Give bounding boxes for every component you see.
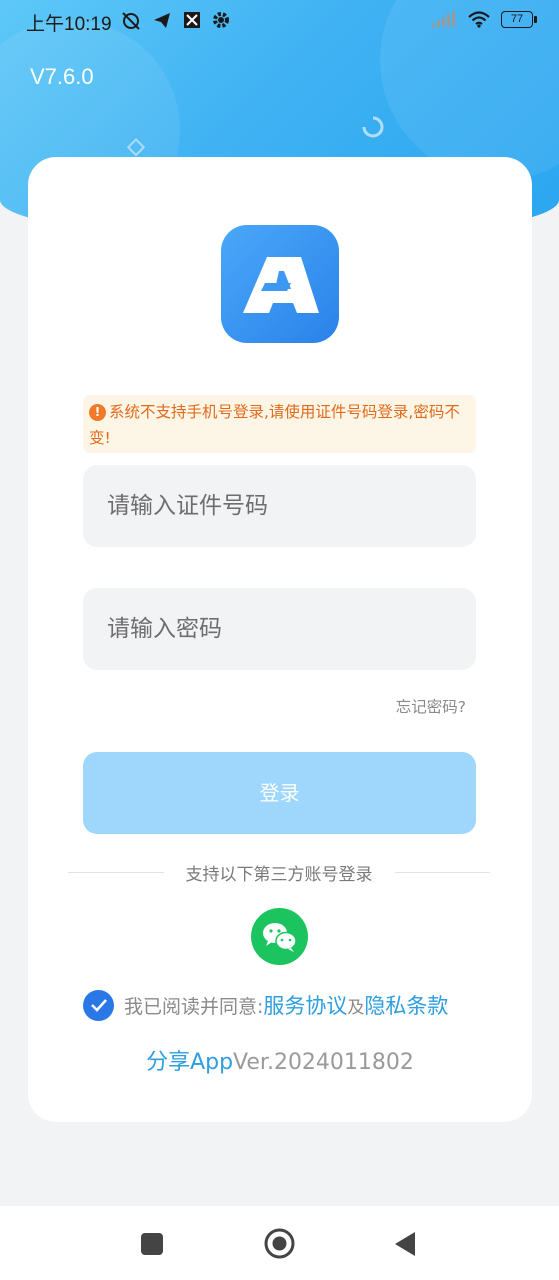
build-version: Ver.2024011802 — [233, 1050, 414, 1075]
id-number-input[interactable] — [83, 465, 476, 547]
battery-indicator: 77 — [501, 10, 537, 28]
back-button[interactable] — [393, 1230, 417, 1258]
login-card: !系统不支持手机号登录,请使用证件号码登录,密码不变! 忘记密码? 登录 支持以… — [28, 157, 532, 1122]
agreement-prefix: 我已阅读并同意: — [124, 995, 264, 1018]
signal-icon — [432, 11, 455, 27]
home-button[interactable] — [263, 1227, 296, 1260]
privacy-policy-link[interactable]: 隐私条款 — [364, 990, 448, 1020]
checkmark-icon — [90, 999, 107, 1012]
app-version-row: 分享AppVer.2024011802 — [28, 1044, 532, 1076]
agreement-checkbox[interactable] — [83, 989, 114, 1021]
loading-arc-icon — [362, 116, 384, 138]
telegram-icon — [154, 13, 170, 28]
warning-icon: ! — [89, 404, 106, 421]
third-party-divider: 支持以下第三方账号登录 — [68, 859, 490, 885]
settings-gear-icon — [213, 12, 229, 28]
wifi-icon — [468, 11, 490, 28]
version-label: V7.6.0 — [30, 64, 94, 89]
app-logo — [221, 225, 339, 343]
agreement-row: 我已阅读并同意: 服务协议 及 隐私条款 — [83, 987, 448, 1023]
login-button[interactable]: 登录 — [83, 752, 476, 834]
status-time: 上午10:19 — [26, 14, 112, 35]
login-notice: ! 系统不支持手机号登录,请使用证件号码登录,密码不变! — [83, 395, 476, 453]
wechat-icon — [263, 923, 297, 952]
notification-icons — [120, 10, 230, 30]
divider-line-left — [68, 871, 164, 873]
diamond-decoration-icon — [126, 138, 146, 157]
recent-apps-button[interactable] — [140, 1232, 164, 1256]
agreement-and: 及 — [347, 997, 365, 1018]
service-agreement-link[interactable]: 服务协议 — [263, 990, 347, 1020]
app-notification-icon — [184, 12, 200, 28]
system-nav-bar — [0, 1206, 559, 1280]
app-logo-icon — [243, 257, 319, 313]
divider-line-right — [394, 871, 490, 873]
notice-text: 系统不支持手机号登录,请使用证件号码登录,密码不变! — [89, 403, 460, 447]
system-status-icons: 77 — [431, 10, 537, 28]
forgot-password-link[interactable]: 忘记密码? — [396, 695, 466, 717]
status-bar: 上午10:19 77 — [0, 0, 559, 42]
share-app-link[interactable]: 分享App — [146, 1050, 233, 1075]
alarm-off-icon — [122, 12, 140, 30]
third-party-label: 支持以下第三方账号登录 — [185, 864, 373, 885]
wechat-login-button[interactable] — [251, 908, 308, 965]
password-input[interactable] — [83, 588, 476, 670]
